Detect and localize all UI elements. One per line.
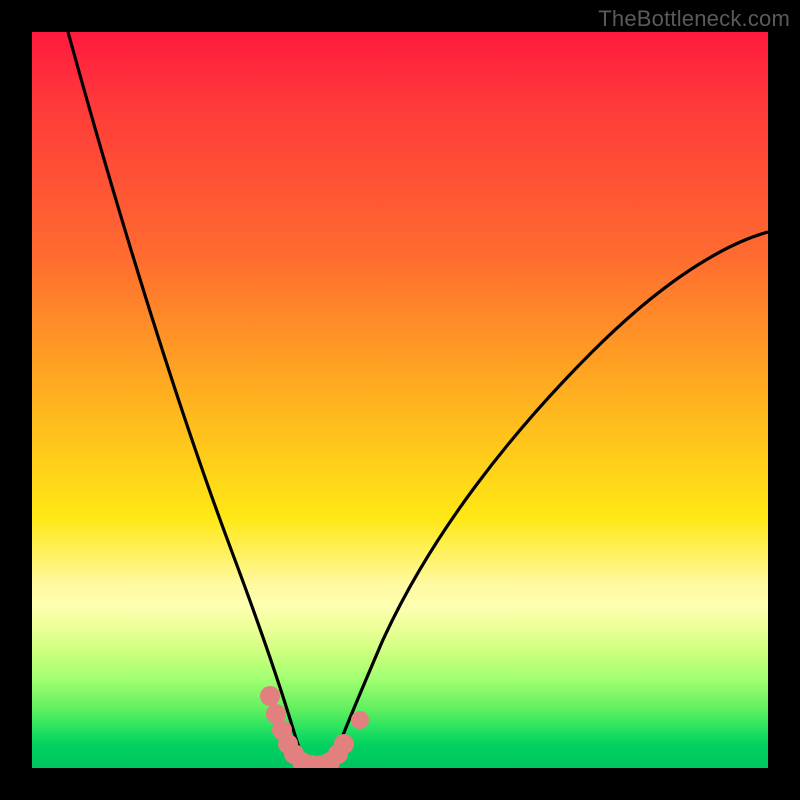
marker-dot (334, 734, 354, 754)
chart-svg (32, 32, 768, 768)
right-curve-line (330, 232, 768, 768)
marker-group (260, 686, 369, 768)
marker-dot (351, 711, 369, 729)
chart-plot-area (32, 32, 768, 768)
left-curve-line (68, 32, 310, 768)
marker-dot (260, 686, 280, 706)
chart-frame: TheBottleneck.com (0, 0, 800, 800)
watermark-text: TheBottleneck.com (598, 6, 790, 32)
